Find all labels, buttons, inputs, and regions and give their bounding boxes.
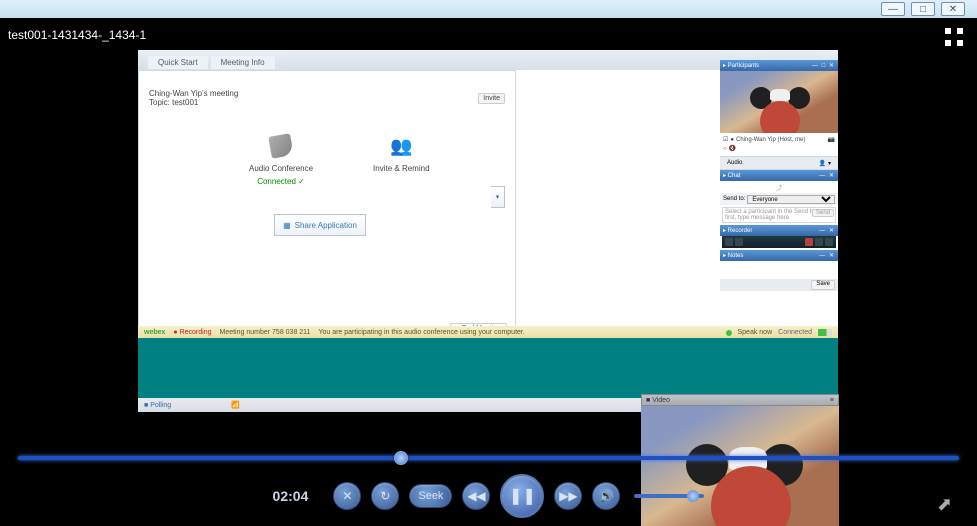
- notes-save-button[interactable]: Save: [811, 280, 835, 290]
- meeting-number: Meeting number 758 038 211: [220, 329, 311, 336]
- shared-desktop-area: [138, 338, 838, 398]
- volume-thumb[interactable]: [687, 490, 699, 502]
- forward-button[interactable]: ▶▶: [554, 482, 582, 510]
- signal-icon: 📶: [231, 401, 240, 409]
- video-title: test001-1431434-_1434-1: [8, 28, 146, 42]
- time-label: 02:04: [273, 488, 309, 504]
- volume-button[interactable]: 🔊: [592, 482, 620, 510]
- conn-status: Connected: [778, 329, 812, 336]
- volume-slider[interactable]: [634, 494, 704, 498]
- audio-conference-block[interactable]: Audio Conference Connected ✓: [249, 132, 313, 186]
- recording-status: ● Recording: [173, 329, 211, 336]
- fullscreen-toggle[interactable]: [945, 28, 963, 46]
- sendto-label: Send to:: [723, 196, 745, 202]
- send-button[interactable]: Send: [812, 209, 834, 217]
- maximize-button[interactable]: □: [911, 2, 935, 16]
- topic-line: Topic: test001: [149, 98, 238, 107]
- player-controls: 02:04 ✕ ↻ Seek ◀◀ ❚❚ ▶▶ 🔊 ⬈: [0, 456, 977, 526]
- chat-sendto-row: Send to: Everyone: [720, 193, 838, 205]
- player-container: test001-1431434-_1434-1 Quick Start Meet…: [0, 18, 977, 526]
- repeat-button[interactable]: ↻: [371, 482, 399, 510]
- chat-body: ⤴: [720, 181, 838, 193]
- invite-label: Invite & Remind: [373, 164, 429, 173]
- close-button[interactable]: ✕: [941, 2, 965, 16]
- video-content: Quick Start Meeting Info Ching-Wan Yip's…: [138, 50, 838, 412]
- notes-body[interactable]: [720, 261, 838, 279]
- audio-status: Connected ✓: [257, 177, 305, 186]
- recorder-header[interactable]: ▸ Recorder— ✕: [720, 225, 838, 236]
- people-icon: 👥: [387, 132, 415, 160]
- seek-bar[interactable]: [18, 456, 959, 460]
- rewind-button[interactable]: ◀◀: [462, 482, 490, 510]
- chat-input[interactable]: Select a participant in the Send to menu…: [722, 207, 836, 223]
- pip-menu-icon[interactable]: ≡: [830, 397, 834, 404]
- sendto-select[interactable]: Everyone: [747, 195, 835, 204]
- play-pause-button[interactable]: ❚❚: [500, 474, 544, 518]
- panel-mini-tabs: Audio 👤 ▾: [720, 157, 838, 170]
- audio-label: Audio Conference: [249, 164, 313, 173]
- share-application-button[interactable]: ▦ Share Application: [274, 214, 366, 236]
- tab-meetinginfo[interactable]: Meeting Info: [211, 56, 275, 69]
- host-line: Ching-Wan Yip's meeting: [149, 89, 238, 98]
- main-panel: Ching-Wan Yip's meeting Topic: test001 I…: [138, 70, 516, 340]
- shuffle-button[interactable]: ✕: [333, 482, 361, 510]
- tab-quickstart[interactable]: Quick Start: [148, 56, 208, 69]
- notes-header[interactable]: ▸ Notes— ✕: [720, 250, 838, 261]
- participants-header[interactable]: ▸ Participants— □ ✕: [720, 60, 838, 71]
- recorder-controls[interactable]: [722, 236, 836, 248]
- popout-button[interactable]: ⬈: [937, 494, 957, 514]
- window-titlebar: — □ ✕: [0, 0, 977, 18]
- seek-thumb[interactable]: [394, 451, 408, 465]
- seek-button[interactable]: Seek: [409, 484, 452, 508]
- minimize-button[interactable]: —: [881, 2, 905, 16]
- share-dropdown-arrow[interactable]: ▾: [491, 186, 505, 208]
- audio-tab[interactable]: Audio: [723, 159, 746, 167]
- share-label: Share Application: [295, 221, 357, 230]
- participant-list: ☑●Ching-Wan Yip (Host, me)📷 ○🔇: [720, 133, 838, 157]
- participant-name: Ching-Wan Yip (Host, me): [736, 137, 805, 143]
- invite-button-small[interactable]: Invite: [478, 93, 505, 104]
- invite-remind-block[interactable]: 👥 Invite & Remind: [373, 132, 429, 186]
- speak-status: Speak now: [738, 329, 773, 336]
- webcam-thumbnail[interactable]: [720, 71, 838, 133]
- pip-header[interactable]: ■ Video ≡: [641, 394, 839, 406]
- panel-option-icon[interactable]: 👤 ▾: [815, 159, 835, 168]
- status-msg: You are participating in this audio conf…: [318, 329, 524, 336]
- chat-header[interactable]: ▸ Chat— ✕: [720, 170, 838, 181]
- share-icon: ▦: [283, 221, 291, 230]
- phone-icon: [267, 132, 295, 160]
